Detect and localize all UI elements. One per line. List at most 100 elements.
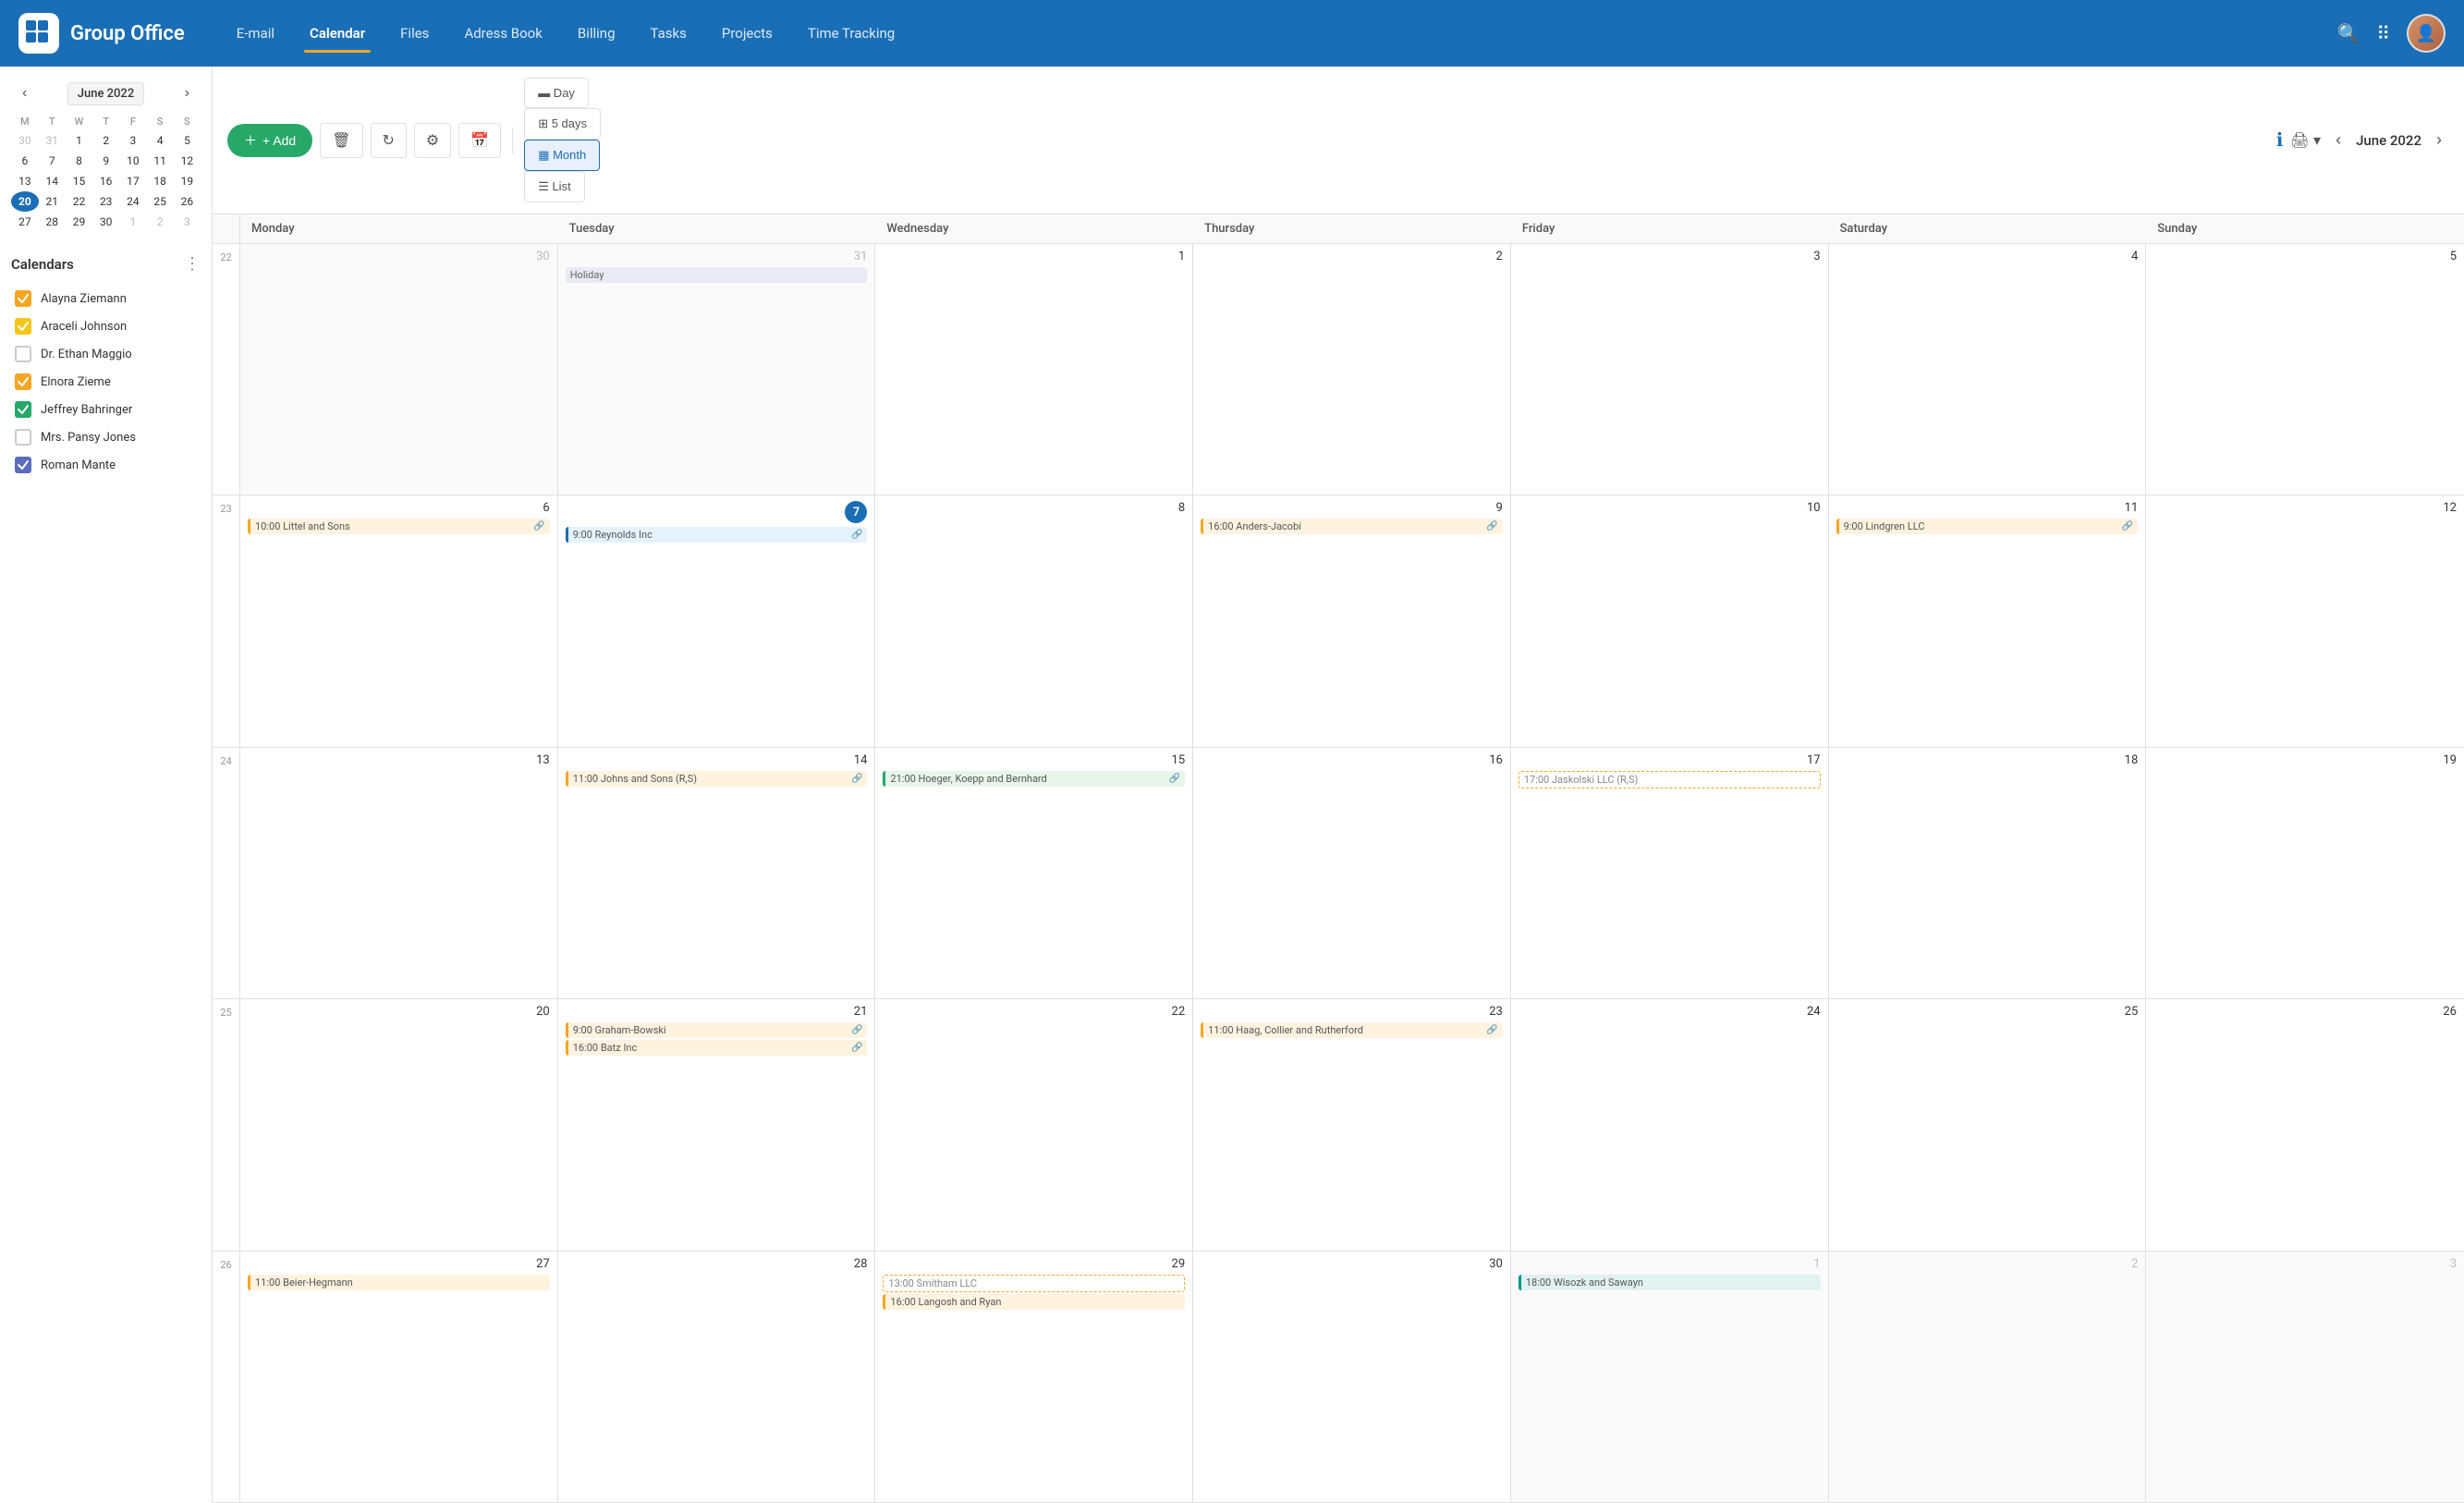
prev-month-button[interactable]: ‹ bbox=[2328, 127, 2348, 153]
calendar-day-cell[interactable]: 10 bbox=[1511, 495, 1829, 746]
nav-link-adress-book[interactable]: Adress Book bbox=[449, 18, 556, 49]
view-btn-list[interactable]: ☰ List bbox=[524, 171, 585, 202]
nav-link-tasks[interactable]: Tasks bbox=[636, 18, 701, 49]
mini-cal-day[interactable]: 6 bbox=[11, 151, 39, 171]
apps-grid-icon[interactable]: ⠿ bbox=[2376, 22, 2390, 44]
next-month-button[interactable]: › bbox=[2429, 127, 2449, 153]
calendar-icon-button[interactable]: 📅 bbox=[458, 123, 501, 158]
mini-cal-day[interactable]: 18 bbox=[147, 171, 174, 191]
calendar-day-cell[interactable]: 30 bbox=[1193, 1252, 1511, 1502]
mini-cal-day[interactable]: 21 bbox=[39, 191, 66, 212]
calendar-day-cell[interactable]: 28 bbox=[558, 1252, 876, 1502]
calendar-item[interactable]: Mrs. Pansy Jones bbox=[11, 423, 201, 451]
mini-cal-day[interactable]: 13 bbox=[11, 171, 39, 191]
calendar-checkbox[interactable] bbox=[15, 401, 31, 418]
mini-cal-day[interactable]: 7 bbox=[39, 151, 66, 171]
mini-cal-day[interactable]: 26 bbox=[174, 191, 201, 212]
nav-link-time-tracking[interactable]: Time Tracking bbox=[793, 18, 909, 49]
mini-cal-next[interactable]: › bbox=[177, 81, 197, 105]
mini-cal-day[interactable]: 20 bbox=[11, 191, 39, 212]
mini-cal-day[interactable]: 29 bbox=[66, 212, 92, 232]
nav-link-calendar[interactable]: Calendar bbox=[295, 18, 380, 49]
calendar-checkbox[interactable] bbox=[15, 457, 31, 473]
mini-cal-day[interactable]: 27 bbox=[11, 212, 39, 232]
mini-cal-day[interactable]: 30 bbox=[11, 130, 39, 151]
calendar-checkbox[interactable] bbox=[15, 373, 31, 390]
calendar-event[interactable]: 9:00 Reynolds Inc🔗 bbox=[566, 527, 868, 543]
calendar-item[interactable]: Jeffrey Bahringer bbox=[11, 396, 201, 423]
nav-link-e-mail[interactable]: E-mail bbox=[222, 18, 289, 49]
calendar-item[interactable]: Roman Mante bbox=[11, 451, 201, 479]
mini-cal-day[interactable]: 3 bbox=[174, 212, 201, 232]
mini-cal-day[interactable]: 3 bbox=[119, 130, 146, 151]
calendar-day-cell[interactable]: 16 bbox=[1193, 748, 1511, 998]
calendar-day-cell[interactable]: 20 bbox=[240, 999, 558, 1250]
calendar-day-cell[interactable]: 8 bbox=[875, 495, 1193, 746]
calendar-event[interactable]: 10:00 Littel and Sons🔗 bbox=[248, 519, 550, 534]
calendar-event[interactable]: 11:00 Haag, Collier and Rutherford🔗 bbox=[1201, 1022, 1503, 1038]
user-avatar[interactable]: 👤 bbox=[2407, 14, 2446, 53]
calendar-day-cell[interactable]: 219:00 Graham-Bowski🔗16:00 Batz Inc🔗 bbox=[558, 999, 876, 1250]
view-btn-day[interactable]: ▬ Day bbox=[524, 78, 589, 108]
nav-link-projects[interactable]: Projects bbox=[707, 18, 787, 49]
mini-cal-day[interactable]: 24 bbox=[119, 191, 146, 212]
mini-cal-day[interactable]: 9 bbox=[92, 151, 119, 171]
mini-cal-day[interactable]: 1 bbox=[119, 212, 146, 232]
calendar-event[interactable]: 9:00 Lindgren LLC🔗 bbox=[1836, 519, 2139, 534]
mini-cal-day[interactable]: 30 bbox=[92, 212, 119, 232]
calendar-event[interactable]: 13:00 Smitham LLC bbox=[883, 1275, 1185, 1292]
calendar-day-cell[interactable]: 13 bbox=[240, 748, 558, 998]
mini-cal-month[interactable]: June 2022 bbox=[67, 82, 144, 105]
mini-cal-prev[interactable]: ‹ bbox=[15, 81, 34, 105]
calendar-day-cell[interactable]: 79:00 Reynolds Inc🔗 bbox=[558, 495, 876, 746]
calendar-event[interactable]: 21:00 Hoeger, Koepp and Bernhard🔗 bbox=[883, 771, 1185, 787]
calendar-checkbox[interactable] bbox=[15, 429, 31, 446]
view-btn-5-days[interactable]: ⊞ 5 days bbox=[524, 108, 601, 140]
mini-cal-day[interactable]: 1 bbox=[66, 130, 92, 151]
mini-cal-day[interactable]: 25 bbox=[147, 191, 174, 212]
info-button[interactable]: ℹ bbox=[2276, 128, 2284, 152]
calendar-checkbox[interactable] bbox=[15, 346, 31, 362]
mini-cal-day[interactable]: 10 bbox=[119, 151, 146, 171]
mini-cal-day[interactable]: 2 bbox=[147, 212, 174, 232]
calendar-day-cell[interactable]: 31Holiday bbox=[558, 244, 876, 495]
mini-cal-day[interactable]: 28 bbox=[39, 212, 66, 232]
calendar-day-cell[interactable]: 1411:00 Johns and Sons (R,S)🔗 bbox=[558, 748, 876, 998]
calendar-event[interactable]: 17:00 Jaskolski LLC (R,S) bbox=[1519, 771, 1821, 788]
refresh-button[interactable]: ↻ bbox=[371, 123, 407, 158]
calendar-item[interactable]: Elnora Zieme bbox=[11, 368, 201, 396]
calendar-day-cell[interactable]: 2711:00 Beier-Hegmann bbox=[240, 1252, 558, 1502]
nav-link-files[interactable]: Files bbox=[385, 18, 444, 49]
mini-cal-day[interactable]: 22 bbox=[66, 191, 92, 212]
calendar-event[interactable]: 16:00 Batz Inc🔗 bbox=[566, 1040, 868, 1056]
calendar-day-cell[interactable]: 916:00 Anders-Jacobi🔗 bbox=[1193, 495, 1511, 746]
calendar-day-cell[interactable]: 12 bbox=[2146, 495, 2464, 746]
calendar-day-cell[interactable]: 19 bbox=[2146, 748, 2464, 998]
calendar-item[interactable]: Dr. Ethan Maggio bbox=[11, 340, 201, 368]
calendar-day-cell[interactable]: 18 bbox=[1829, 748, 2147, 998]
print-button[interactable]: 🖨 ▾ bbox=[2290, 131, 2321, 150]
calendar-item[interactable]: Araceli Johnson bbox=[11, 312, 201, 340]
calendar-day-cell[interactable]: 1521:00 Hoeger, Koepp and Bernhard🔗 bbox=[875, 748, 1193, 998]
calendar-event[interactable]: 11:00 Johns and Sons (R,S)🔗 bbox=[566, 771, 868, 787]
mini-cal-day[interactable]: 23 bbox=[92, 191, 119, 212]
calendar-day-cell[interactable]: 2 bbox=[1193, 244, 1511, 495]
mini-cal-day[interactable]: 4 bbox=[147, 130, 174, 151]
mini-cal-day[interactable]: 11 bbox=[147, 151, 174, 171]
calendar-day-cell[interactable]: 1717:00 Jaskolski LLC (R,S) bbox=[1511, 748, 1829, 998]
mini-cal-day[interactable]: 2 bbox=[92, 130, 119, 151]
nav-link-billing[interactable]: Billing bbox=[563, 18, 630, 49]
calendar-day-cell[interactable]: 26 bbox=[2146, 999, 2464, 1250]
calendars-more-icon[interactable]: ⋮ bbox=[184, 254, 201, 274]
mini-cal-day[interactable]: 5 bbox=[174, 130, 201, 151]
calendar-item[interactable]: Alayna Ziemann bbox=[11, 285, 201, 312]
calendar-event[interactable]: 16:00 Anders-Jacobi🔗 bbox=[1201, 519, 1503, 534]
add-button[interactable]: ＋ + Add bbox=[227, 124, 312, 157]
calendar-day-cell[interactable]: 118:00 Wisozk and Sawayn bbox=[1511, 1252, 1829, 1502]
mini-cal-day[interactable]: 31 bbox=[39, 130, 66, 151]
mini-cal-day[interactable]: 14 bbox=[39, 171, 66, 191]
calendar-day-cell[interactable]: 5 bbox=[2146, 244, 2464, 495]
calendar-event[interactable]: Holiday bbox=[566, 267, 868, 283]
calendar-day-cell[interactable]: 3 bbox=[1511, 244, 1829, 495]
calendar-event[interactable]: 16:00 Langosh and Ryan bbox=[883, 1294, 1185, 1310]
